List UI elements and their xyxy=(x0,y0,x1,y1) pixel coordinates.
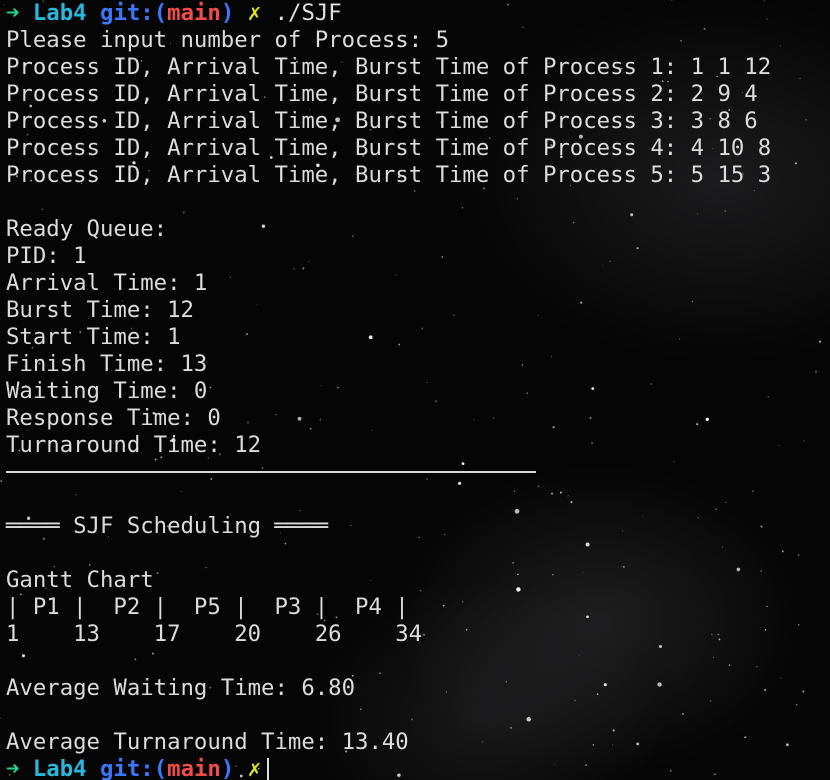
star xyxy=(803,440,805,442)
prompt-line-command: ➜ Lab4 git:(main) ✗ ./SJF xyxy=(6,0,771,27)
star xyxy=(799,77,801,80)
star xyxy=(781,550,784,553)
star xyxy=(815,371,817,373)
prompt-git-suffix: ) xyxy=(220,0,235,26)
output-line: Start Time: 1 xyxy=(6,324,181,350)
output-line: Ready Queue: xyxy=(6,216,168,242)
output-line: Response Time: 0 xyxy=(6,405,221,431)
output-line: Gantt Chart xyxy=(6,567,154,593)
output-line: Turnaround Time: 12 xyxy=(6,432,262,458)
star xyxy=(802,690,805,693)
output-line: Arrival Time: 1 xyxy=(6,270,208,296)
star xyxy=(804,118,807,121)
git-dirty-icon: ✗ xyxy=(247,0,262,26)
star xyxy=(0,480,3,483)
divider-rule xyxy=(6,471,536,473)
prompt-directory: Lab4 xyxy=(32,756,87,780)
prompt-directory: Lab4 xyxy=(32,0,87,26)
star xyxy=(795,703,798,706)
output-line: | P1 | P2 | P5 | P3 | P4 | xyxy=(6,594,409,620)
prompt-line-active: ➜ Lab4 git:(main) ✗ xyxy=(6,756,771,780)
output-line: 1 13 17 20 26 34 xyxy=(6,621,423,647)
output-line: Process ID, Arrival Time, Burst Time of … xyxy=(6,54,772,80)
output-line: Please input number of Process: 5 xyxy=(6,27,449,53)
output-line: PID: 1 xyxy=(6,243,87,269)
git-dirty-icon: ✗ xyxy=(247,756,262,780)
command-text: ./SJF xyxy=(274,0,342,26)
output-line: ════ SJF Scheduling ════ xyxy=(6,513,329,539)
prompt-git-suffix: ) xyxy=(220,756,235,780)
text-cursor[interactable] xyxy=(267,757,270,780)
terminal-window[interactable]: ➜ Lab4 git:(main) ✗ ./SJF Please input nu… xyxy=(0,0,830,780)
output-line: Process ID, Arrival Time, Burst Time of … xyxy=(6,81,758,107)
output-line: Finish Time: 13 xyxy=(6,351,208,377)
prompt-git-prefix: git:( xyxy=(100,756,168,780)
divider xyxy=(6,459,771,486)
output-line: Process ID, Arrival Time, Burst Time of … xyxy=(6,108,758,134)
output-line: Waiting Time: 0 xyxy=(6,378,208,404)
output-line: Average Turnaround Time: 13.40 xyxy=(6,729,409,755)
star xyxy=(798,623,800,626)
star xyxy=(819,340,822,343)
prompt-branch: main xyxy=(167,756,221,780)
output-line: Process ID, Arrival Time, Burst Time of … xyxy=(6,135,772,161)
star xyxy=(797,554,800,556)
terminal-output: ➜ Lab4 git:(main) ✗ ./SJF Please input nu… xyxy=(6,0,771,780)
star xyxy=(3,4,4,6)
star xyxy=(778,444,780,446)
output-line: Process ID, Arrival Time, Burst Time of … xyxy=(6,162,772,188)
output-line: Burst Time: 12 xyxy=(6,297,194,323)
star xyxy=(794,162,797,165)
star xyxy=(780,677,782,679)
prompt-arrow-icon: ➜ xyxy=(6,0,20,26)
prompt-git-prefix: git:( xyxy=(100,0,168,26)
output-line: Average Waiting Time: 6.80 xyxy=(6,675,356,701)
star xyxy=(779,45,781,47)
star xyxy=(0,717,1,719)
star xyxy=(786,743,789,746)
prompt-arrow-icon: ➜ xyxy=(6,756,20,780)
prompt-branch: main xyxy=(167,0,221,26)
